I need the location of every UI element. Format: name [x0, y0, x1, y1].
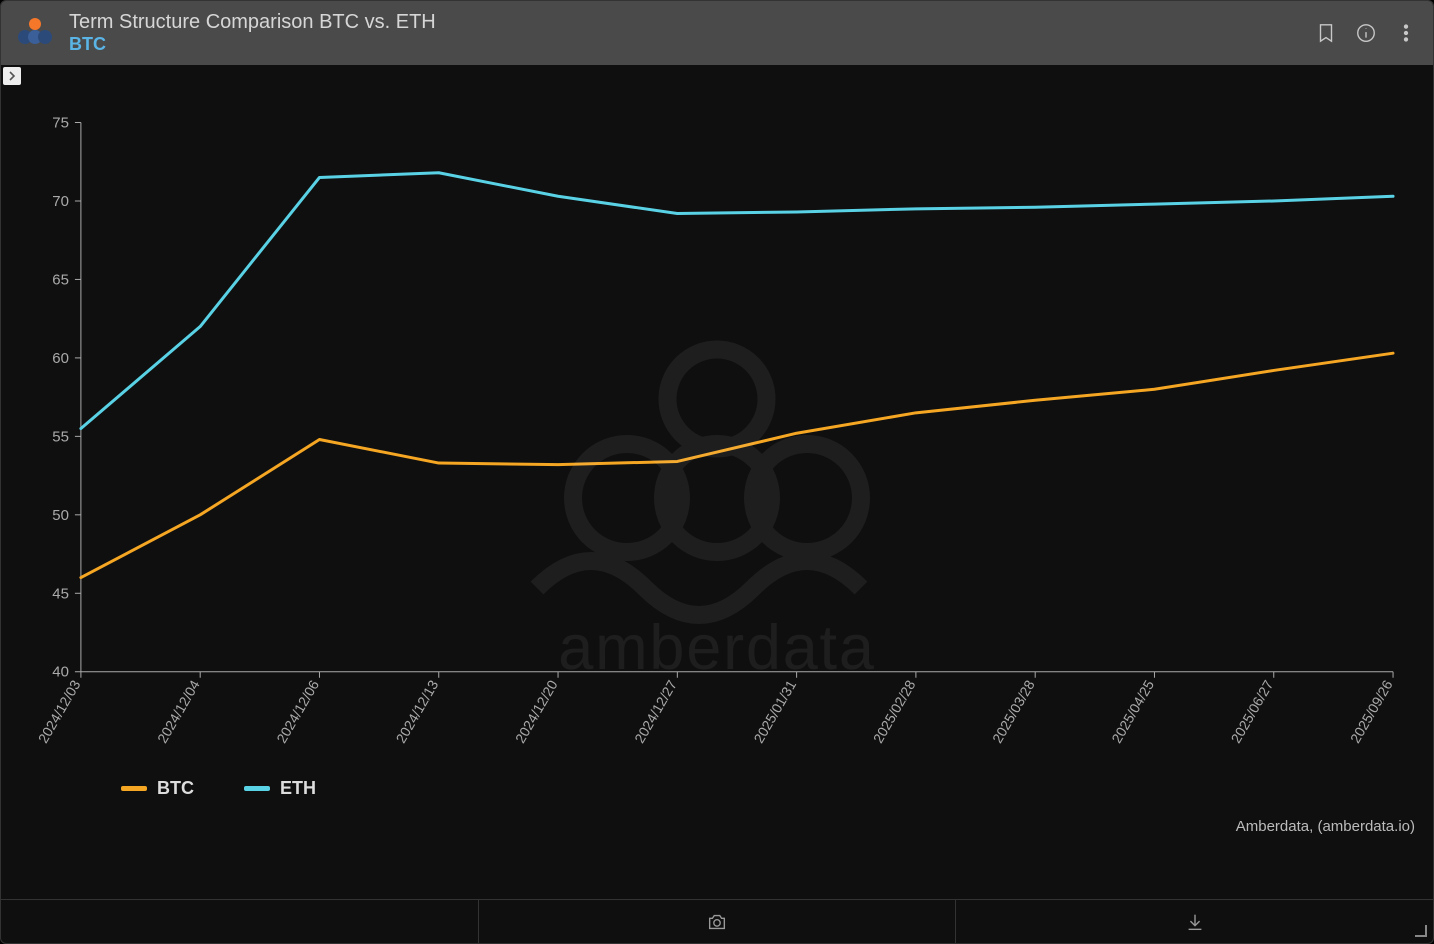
bookmark-icon[interactable] [1313, 20, 1339, 46]
chart-legend: BTC ETH [121, 778, 316, 799]
svg-text:2025/06/27: 2025/06/27 [1228, 677, 1277, 746]
info-icon[interactable] [1353, 20, 1379, 46]
svg-text:2025/01/31: 2025/01/31 [750, 677, 799, 746]
legend-item-btc[interactable]: BTC [121, 778, 194, 799]
brand-logo [15, 13, 55, 53]
attribution-text: Amberdata, (amberdata.io) [1236, 818, 1415, 835]
title-block: Term Structure Comparison BTC vs. ETH BT… [69, 10, 436, 56]
svg-text:2025/04/25: 2025/04/25 [1108, 677, 1157, 746]
chart-container: amberdata 40455055606570752024/12/032024… [1, 65, 1433, 899]
svg-text:2024/12/06: 2024/12/06 [273, 677, 322, 746]
svg-text:70: 70 [52, 193, 69, 210]
camera-icon [706, 911, 728, 933]
panel-subtitle: BTC [69, 34, 436, 56]
svg-text:2024/12/27: 2024/12/27 [631, 677, 680, 746]
resize-handle-icon[interactable] [1415, 925, 1427, 937]
svg-text:65: 65 [52, 271, 69, 288]
svg-text:60: 60 [52, 350, 69, 367]
more-menu-icon[interactable] [1393, 20, 1419, 46]
svg-text:75: 75 [52, 115, 69, 132]
svg-text:2024/12/04: 2024/12/04 [154, 677, 203, 746]
series-btc [81, 353, 1393, 577]
series-eth [81, 173, 1393, 429]
legend-swatch [121, 786, 147, 791]
svg-text:50: 50 [52, 507, 69, 524]
footer-toolbar [1, 899, 1433, 943]
legend-label: ETH [280, 778, 316, 799]
line-chart: 40 45 50 55 60 65 70 75 2024/12/03 2024/12/04 2024… [11, 85, 1423, 899]
svg-text:2025/09/26: 2025/09/26 [1347, 677, 1396, 746]
legend-item-eth[interactable]: ETH [244, 778, 316, 799]
download-icon [1184, 911, 1206, 933]
svg-text:2024/12/20: 2024/12/20 [512, 677, 561, 746]
svg-text:2025/02/28: 2025/02/28 [870, 677, 919, 746]
svg-text:2024/12/03: 2024/12/03 [35, 677, 84, 746]
download-button[interactable] [956, 900, 1433, 943]
footer-cell-left[interactable] [1, 900, 479, 943]
svg-text:45: 45 [52, 585, 69, 602]
svg-text:55: 55 [52, 428, 69, 445]
legend-label: BTC [157, 778, 194, 799]
svg-text:2025/03/28: 2025/03/28 [989, 677, 1038, 746]
panel-title: Term Structure Comparison BTC vs. ETH [69, 10, 436, 34]
screenshot-button[interactable] [479, 900, 957, 943]
legend-swatch [244, 786, 270, 791]
svg-text:40: 40 [52, 664, 69, 681]
svg-text:2024/12/13: 2024/12/13 [393, 677, 442, 746]
collapse-toggle[interactable] [3, 67, 21, 85]
app-window: Term Structure Comparison BTC vs. ETH BT… [0, 0, 1434, 944]
panel-header: Term Structure Comparison BTC vs. ETH BT… [1, 1, 1433, 65]
